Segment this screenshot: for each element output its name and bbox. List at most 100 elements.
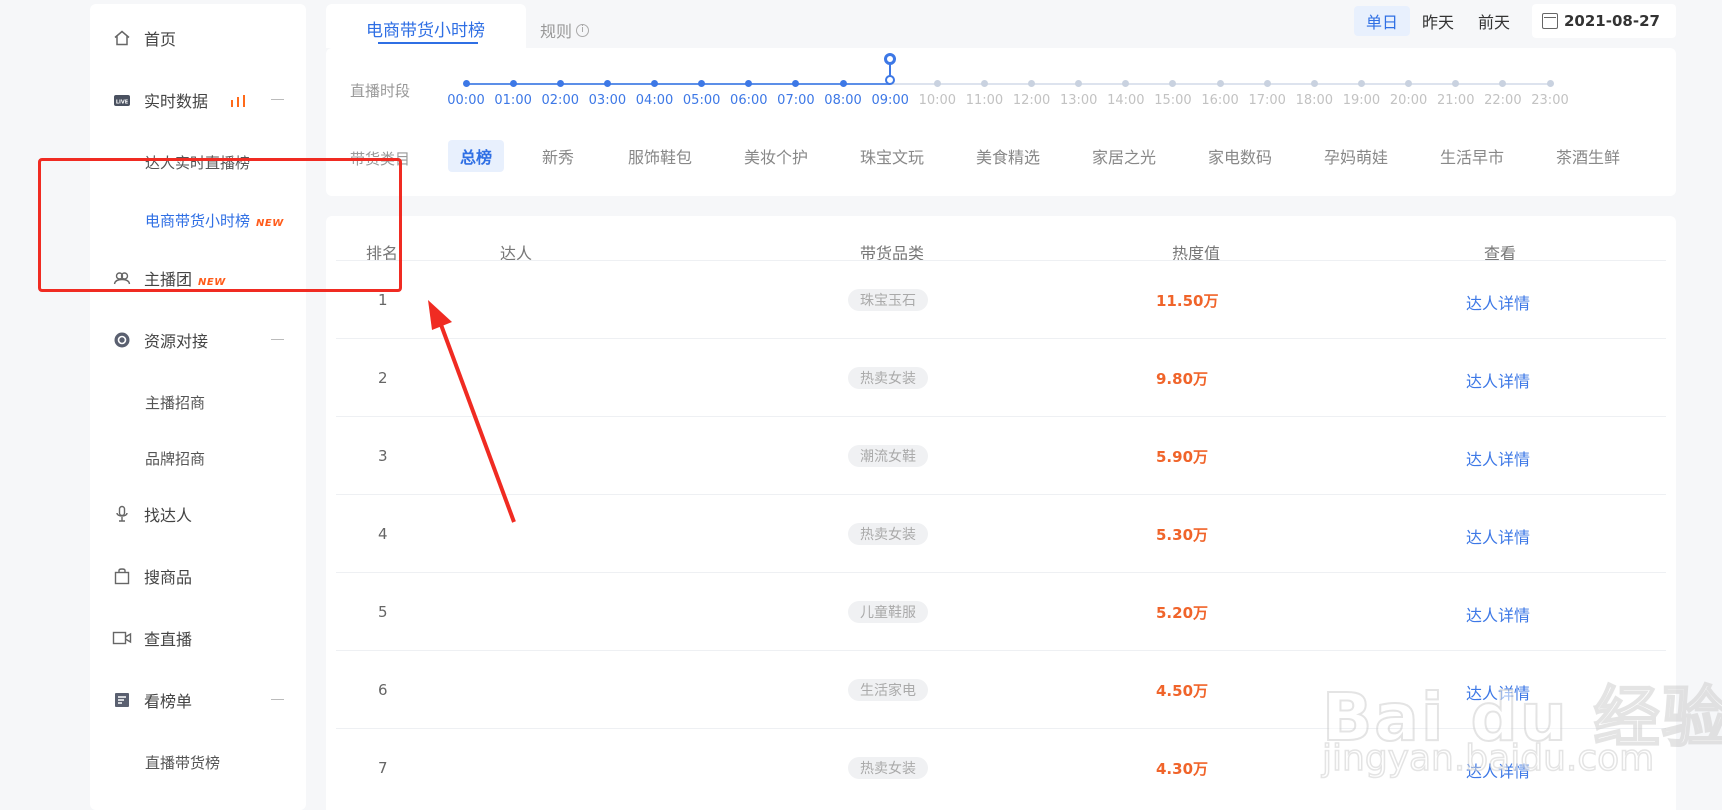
talent-detail-link[interactable]: 达人详情	[1466, 524, 1530, 548]
table-row: 2 热卖女装 9.80万 达人详情	[336, 338, 1666, 416]
microphone-icon	[112, 504, 132, 524]
timeline-progress	[466, 83, 891, 85]
date-picker[interactable]: 2021-08-27	[1532, 4, 1676, 38]
sidebar-item-label: 直播带货榜	[145, 753, 221, 772]
category-tab[interactable]: 珠宝文玩	[848, 140, 936, 172]
category-tab[interactable]: 美食精选	[964, 140, 1052, 172]
time-slot-dot[interactable]	[1216, 80, 1224, 87]
sidebar-item-search-goods[interactable]: 搜商品	[90, 556, 306, 596]
day-option-day-before[interactable]: 前天	[1466, 6, 1522, 36]
time-slot-dot[interactable]	[1310, 80, 1318, 87]
category-tab[interactable]: 生活早市	[1428, 140, 1516, 172]
sidebar-item-brand-recruit[interactable]: 品牌招商	[90, 438, 306, 478]
sidebar-item-label: 资源对接	[144, 332, 209, 351]
time-slot-label[interactable]: 19:00	[1343, 93, 1380, 108]
time-slot-label[interactable]: 00:00	[447, 93, 484, 108]
collapse-icon[interactable]	[271, 699, 284, 700]
highlight-box	[38, 158, 402, 292]
time-slot-slider[interactable]: 00:00 01:00 02:00 03:00 04:00 05:00 06:00 07:00…	[447, 53, 1569, 108]
time-slot-label[interactable]: 11:00	[966, 93, 1003, 108]
category-tab[interactable]: 新秀	[530, 140, 586, 172]
sidebar-item-label: 主播招商	[145, 393, 206, 412]
time-slot-label[interactable]: 13:00	[1060, 93, 1097, 108]
time-slot-label[interactable]: 03:00	[589, 93, 626, 108]
talent-detail-link[interactable]: 达人详情	[1466, 368, 1530, 392]
time-slot-dot[interactable]	[651, 80, 659, 87]
time-slot-dot[interactable]	[1546, 80, 1554, 87]
sidebar-item-home[interactable]: 首页	[90, 18, 306, 58]
time-slot-label[interactable]: 04:00	[636, 93, 673, 108]
time-slot-label[interactable]: 18:00	[1296, 93, 1333, 108]
time-slot-label[interactable]: 01:00	[494, 93, 531, 108]
time-slot-label[interactable]: 10:00	[919, 93, 956, 108]
time-slot-label[interactable]: 05:00	[683, 93, 720, 108]
time-slot-label[interactable]: 21:00	[1437, 93, 1474, 108]
time-slot-dot[interactable]	[1028, 80, 1036, 87]
time-slot-dot[interactable]	[839, 80, 847, 87]
time-slot-label[interactable]: 17:00	[1248, 93, 1285, 108]
time-slot-label[interactable]: 14:00	[1107, 93, 1144, 108]
category-tab[interactable]: 服饰鞋包	[616, 140, 704, 172]
sidebar-item-anchor-recruit[interactable]: 主播招商	[90, 382, 306, 422]
time-slot-label[interactable]: 09:00	[871, 93, 908, 108]
sidebar: 首页 LIVE 实时数据 达人实时直播榜 电商带货小时榜 NEW 主播团 NEW 资…	[90, 4, 306, 810]
info-icon: i	[576, 23, 590, 37]
calendar-icon	[1542, 13, 1558, 29]
talent-detail-link[interactable]: 达人详情	[1466, 290, 1530, 314]
sidebar-item-realtime-data[interactable]: LIVE 实时数据	[90, 80, 306, 120]
category-tab[interactable]: 家电数码	[1196, 140, 1284, 172]
collapse-icon[interactable]	[271, 339, 284, 340]
time-slot-label[interactable]: 22:00	[1484, 93, 1521, 108]
table-row: 1 珠宝玉石 11.50万 达人详情	[336, 260, 1666, 338]
time-slot-dot[interactable]	[603, 80, 611, 87]
time-slot-dot[interactable]	[556, 80, 564, 87]
tab-rules[interactable]: 规则 i	[540, 18, 590, 42]
time-slot-dot[interactable]	[509, 80, 517, 87]
category-tab[interactable]: 总榜	[448, 140, 505, 172]
sidebar-item-find-talent[interactable]: 找达人	[90, 494, 306, 534]
category-pill: 热卖女装	[848, 367, 928, 389]
sidebar-item-label: 查直播	[144, 630, 193, 649]
sidebar-item-label: 实时数据	[144, 88, 246, 112]
tab-ecommerce-hourly-rank[interactable]: 电商带货小时榜	[326, 4, 526, 48]
time-slot-label[interactable]: 16:00	[1201, 93, 1238, 108]
time-slot-dot[interactable]	[1263, 80, 1271, 87]
current-time-marker-icon[interactable]	[883, 53, 897, 89]
time-slot-dot[interactable]	[933, 80, 941, 87]
sidebar-item-live-sales-rank[interactable]: 直播带货榜	[90, 742, 306, 782]
time-slot-dot[interactable]	[1357, 80, 1365, 87]
heat-value: 9.80万	[1156, 370, 1209, 388]
time-slot-label[interactable]: 23:00	[1531, 93, 1568, 108]
category-tab[interactable]: 茶酒生鲜	[1544, 140, 1632, 172]
day-option-yesterday[interactable]: 昨天	[1410, 6, 1466, 36]
time-slot-label[interactable]: 20:00	[1390, 93, 1427, 108]
collapse-icon[interactable]	[271, 99, 284, 100]
time-slot-label[interactable]: 12:00	[1013, 93, 1050, 108]
tab-rules-label: 规则	[540, 22, 573, 41]
time-slot-label[interactable]: 08:00	[824, 93, 861, 108]
sidebar-item-resource[interactable]: 资源对接	[90, 320, 306, 360]
time-slot-label[interactable]: 15:00	[1154, 93, 1191, 108]
heat-value: 4.50万	[1156, 682, 1209, 700]
time-slot-label[interactable]: 02:00	[542, 93, 579, 108]
bar-chart-icon	[231, 95, 246, 107]
category-pill: 儿童鞋服	[848, 601, 928, 623]
sidebar-item-view-ranks[interactable]: 看榜单	[90, 680, 306, 720]
rank-cell: 5	[378, 603, 388, 621]
day-switch: 单日 昨天 前天	[1354, 6, 1522, 36]
time-slot-label[interactable]: 07:00	[777, 93, 814, 108]
time-slot-label[interactable]: 06:00	[730, 93, 767, 108]
time-slot-dot[interactable]	[980, 80, 988, 87]
category-tab[interactable]: 美妆个护	[732, 140, 820, 172]
category-tab[interactable]: 家居之光	[1080, 140, 1168, 172]
day-option-single[interactable]: 单日	[1354, 6, 1411, 36]
talent-detail-link[interactable]: 达人详情	[1466, 446, 1530, 470]
time-slot-dot[interactable]	[462, 80, 470, 87]
heat-value: 5.90万	[1156, 448, 1209, 466]
talent-detail-link[interactable]: 达人详情	[1466, 602, 1530, 626]
sidebar-item-check-live[interactable]: 查直播	[90, 618, 306, 658]
rank-cell: 2	[378, 369, 388, 387]
tab-label: 电商带货小时榜	[366, 21, 485, 41]
baidu-watermark: Bai du 经验 jingyan.baidu.com	[1321, 624, 1722, 780]
category-tab[interactable]: 孕妈萌娃	[1312, 140, 1400, 172]
